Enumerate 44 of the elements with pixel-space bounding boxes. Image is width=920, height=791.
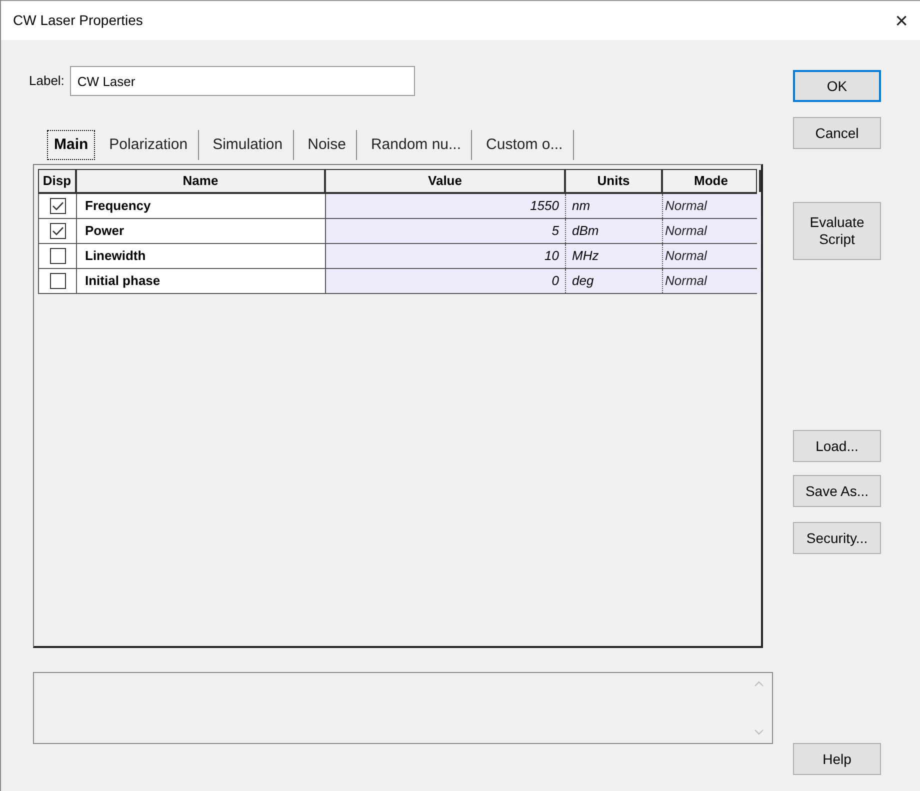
checkbox[interactable] [50, 273, 66, 289]
check-icon [52, 201, 64, 211]
checkbox[interactable] [50, 248, 66, 264]
tab[interactable]: Main [47, 130, 96, 160]
table-cell: Normal [663, 269, 761, 293]
ok-button[interactable]: OK [793, 70, 881, 102]
tab[interactable]: Custom o... [476, 130, 574, 160]
checkbox[interactable] [50, 223, 66, 239]
table-cell: Initial phase [77, 269, 326, 293]
help-button[interactable]: Help [793, 743, 881, 775]
table-cell: 0 [326, 269, 566, 293]
table-cell: Normal [663, 219, 761, 243]
load-button[interactable]: Load... [793, 430, 881, 462]
column-header: Units [566, 170, 663, 192]
tab[interactable]: Polarization [99, 130, 199, 160]
table-cell: Normal [663, 244, 761, 268]
table-cell: Power [77, 219, 326, 243]
cancel-button[interactable]: Cancel [793, 117, 881, 149]
evaluate-script-button[interactable]: Evaluate Script [793, 202, 881, 260]
table-cell: Normal [663, 194, 761, 218]
column-header: Name [77, 170, 326, 192]
table-cell: 5 [326, 219, 566, 243]
tab[interactable]: Simulation [202, 130, 294, 160]
column-header: Mode [663, 170, 761, 192]
label-field[interactable]: CW Laser [70, 66, 416, 96]
table-cell: MHz [566, 244, 663, 268]
table-cell: 10 [326, 244, 566, 268]
column-header: Disp [39, 170, 77, 192]
column-header: Value [326, 170, 566, 192]
checkbox[interactable] [50, 198, 66, 214]
security-button[interactable]: Security... [793, 522, 881, 554]
table-cell: nm [566, 194, 663, 218]
table-cell: 1550 [326, 194, 566, 218]
tab[interactable]: Random nu... [360, 130, 472, 160]
label-caption: Label: [29, 72, 64, 90]
window-title: CW Laser Properties [13, 11, 143, 30]
table-cell: dBm [566, 219, 663, 243]
check-icon [52, 226, 64, 236]
table-cell: Frequency [77, 194, 326, 218]
table-cell: Linewidth [77, 244, 326, 268]
save-as-button[interactable]: Save As... [793, 475, 881, 507]
tab[interactable]: Noise [298, 130, 357, 160]
table-cell: deg [566, 269, 663, 293]
close-button[interactable]: × [891, 10, 912, 32]
